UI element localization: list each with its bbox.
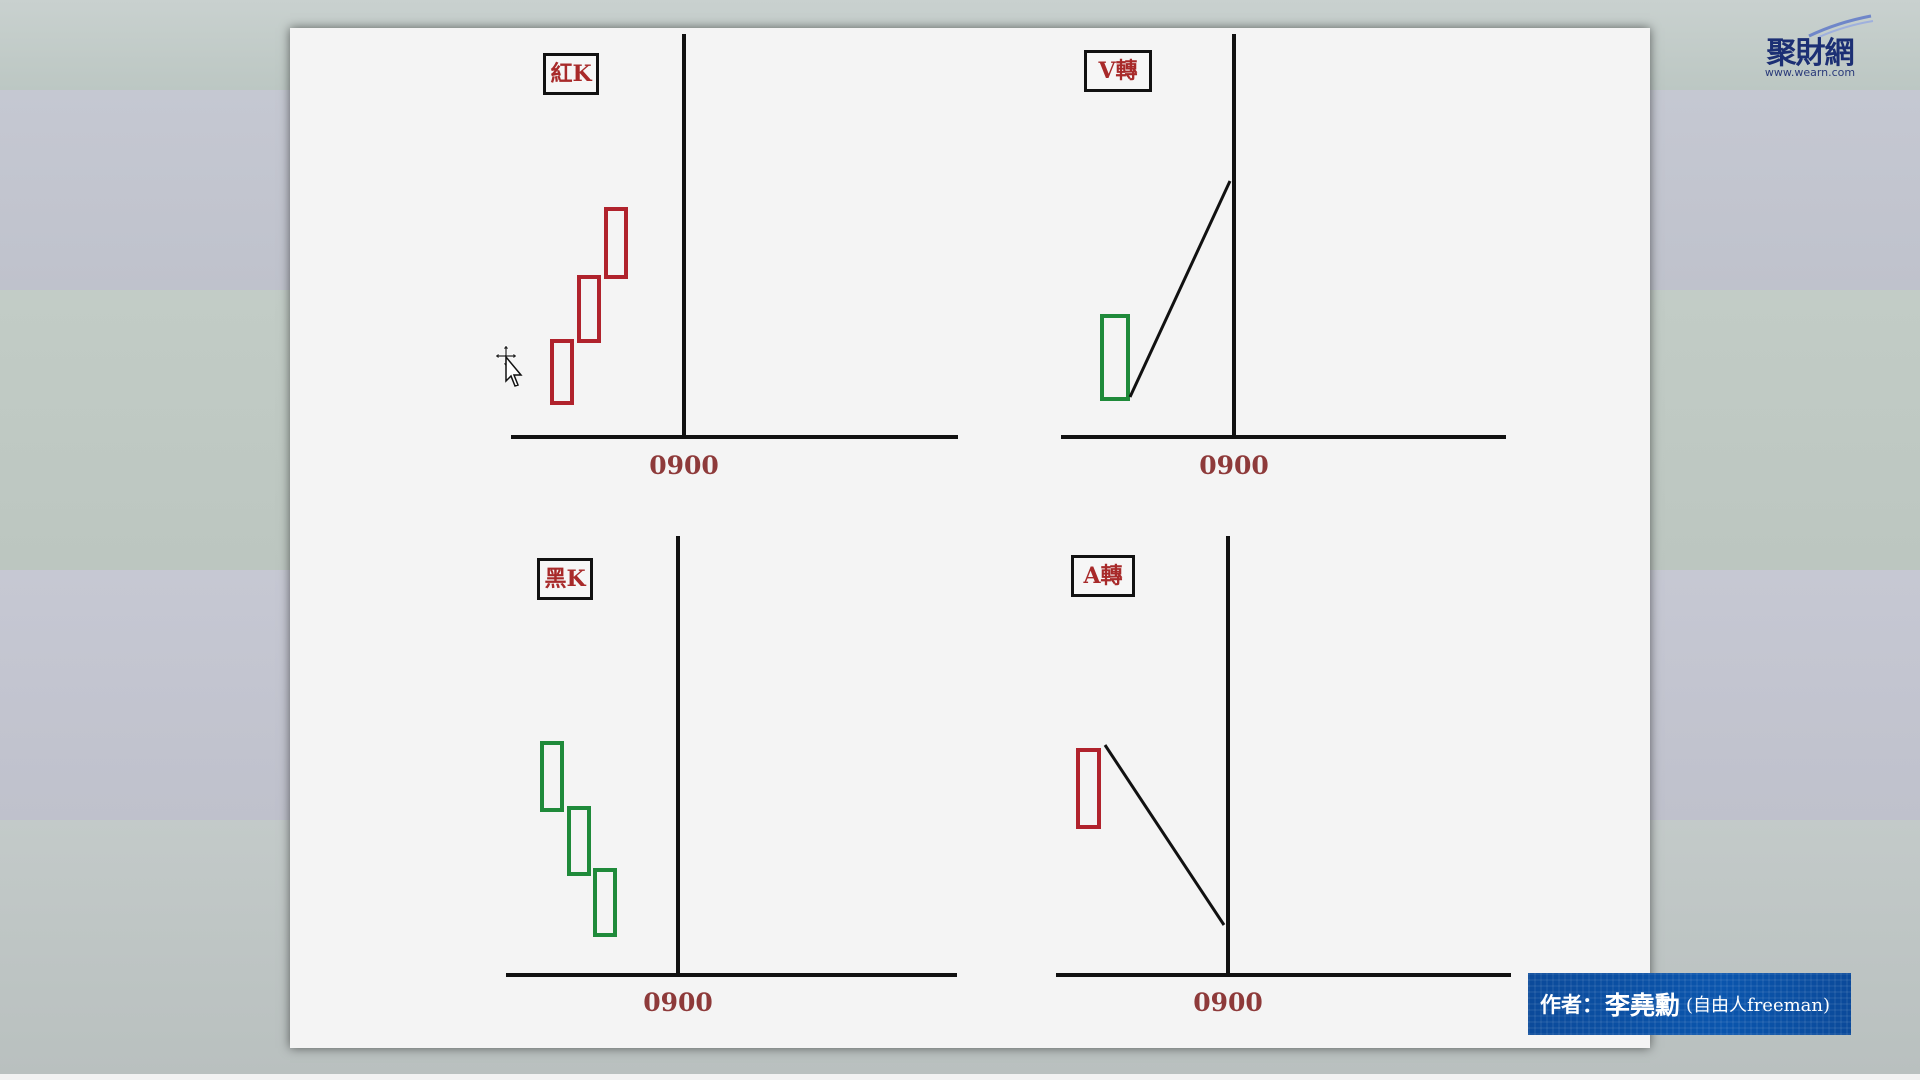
- down-candle: [567, 806, 591, 876]
- panel-black-k-chart: [506, 536, 957, 977]
- panel-title-v-turn: V轉: [1084, 50, 1152, 92]
- down-candle: [1100, 314, 1130, 401]
- panel-title-black-k: 黑K: [537, 558, 593, 600]
- slide-canvas: 紅K V轉 黑K A轉 0900 0900 0900 0900: [290, 28, 1650, 1048]
- author-prefix: 作者：: [1540, 993, 1603, 1017]
- up-candle: [577, 275, 601, 343]
- rally-line: [1128, 180, 1232, 398]
- move-cursor-icon: [492, 343, 528, 395]
- author-caption: 作者： 李堯勳 (自由人freeman): [1528, 973, 1851, 1035]
- panel-title-a-turn: A轉: [1071, 555, 1135, 597]
- time-label: 0900: [649, 451, 719, 480]
- up-candle: [550, 339, 574, 405]
- time-label: 0900: [643, 988, 713, 1017]
- author-alias: (自由人freeman): [1686, 995, 1831, 1016]
- time-label: 0900: [1193, 988, 1263, 1017]
- panel-a-turn-chart: [1056, 536, 1511, 977]
- logo-url: www.wearn.com: [1764, 66, 1856, 79]
- panel-v-turn-chart: [1061, 34, 1506, 439]
- up-candle: [1076, 748, 1101, 829]
- drop-line: [1103, 744, 1226, 926]
- site-logo: 聚財網 www.wearn.com: [1745, 14, 1875, 79]
- time-label: 0900: [1199, 451, 1269, 480]
- candlestick-diagram-main: [506, 34, 1511, 977]
- panel-title-red-k: 紅K: [543, 53, 599, 95]
- down-candle: [593, 868, 617, 937]
- up-candle: [604, 207, 628, 279]
- down-candle: [540, 741, 564, 812]
- bottom-strip: [0, 1074, 1920, 1080]
- author-name: 李堯勳: [1605, 991, 1681, 1020]
